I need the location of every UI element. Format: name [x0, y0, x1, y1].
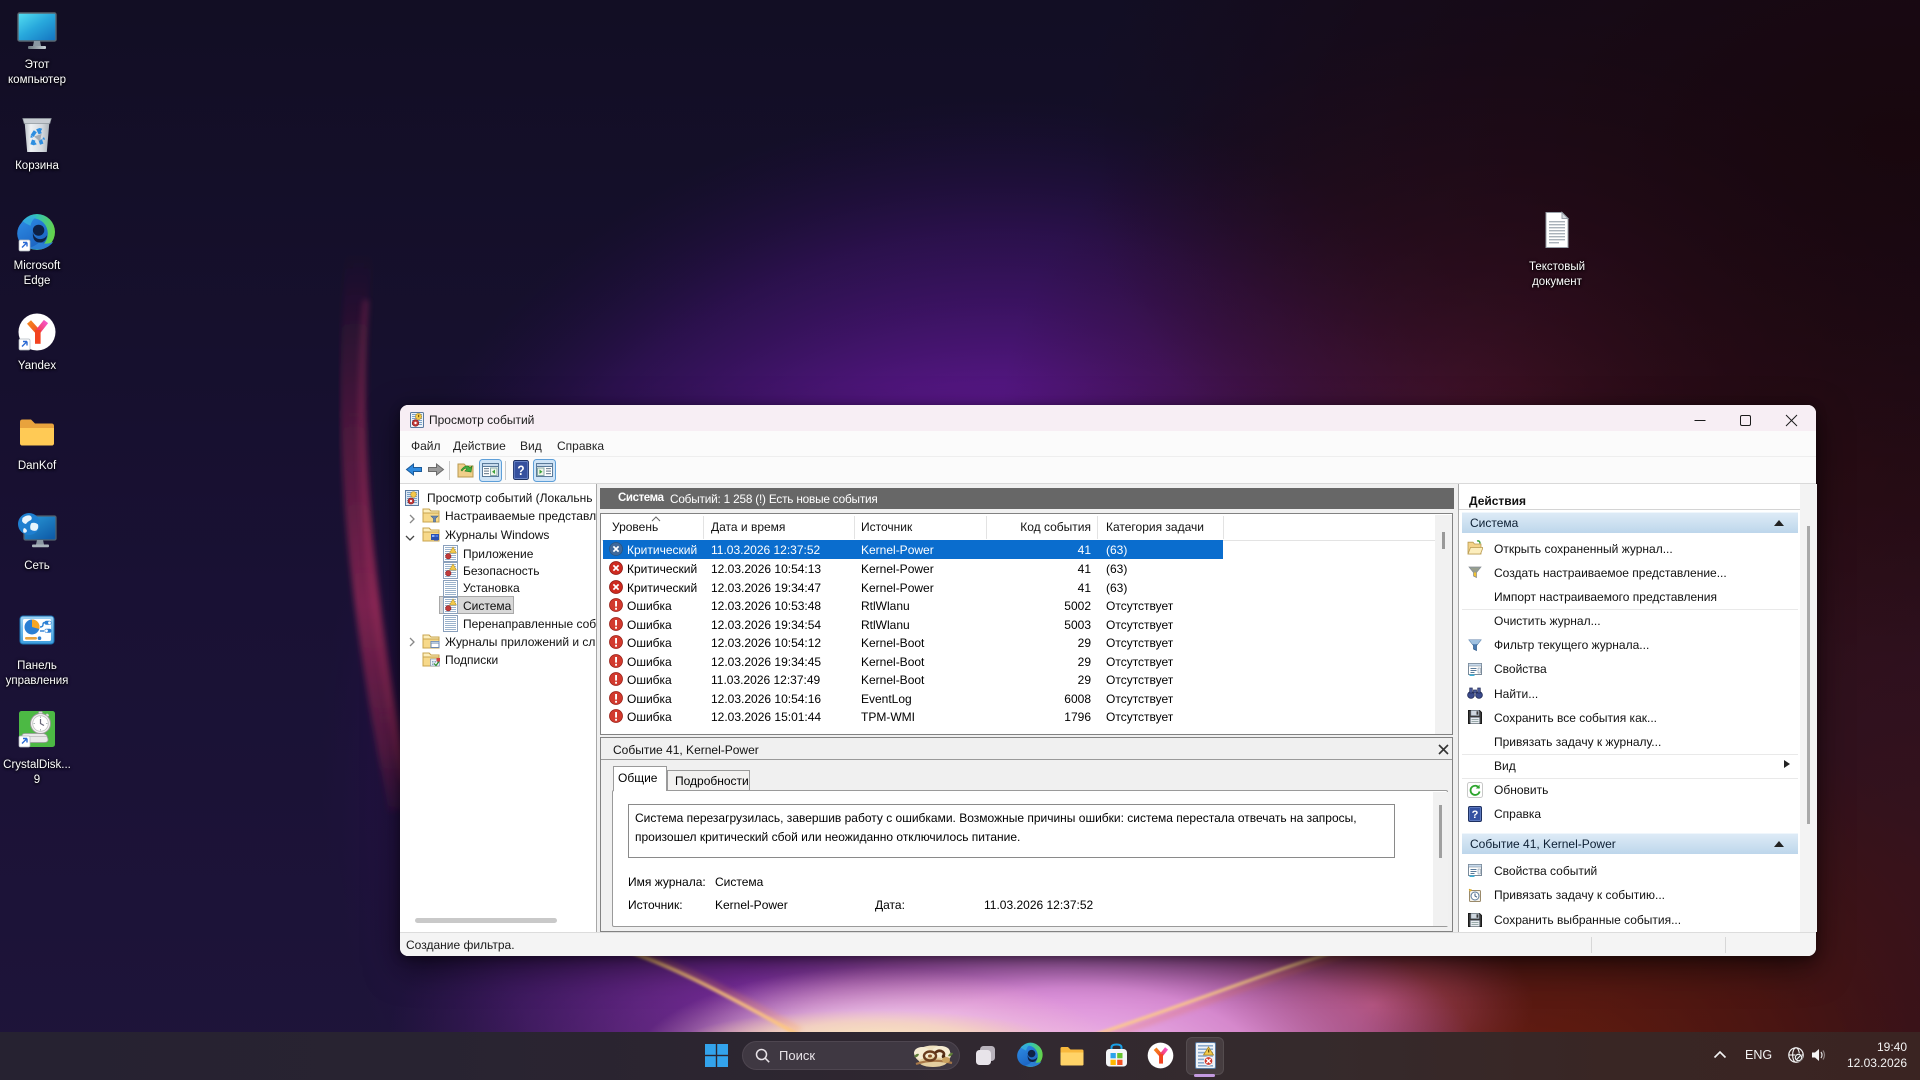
svg-text:?: ? [517, 462, 524, 478]
svg-text:?: ? [1472, 809, 1479, 821]
